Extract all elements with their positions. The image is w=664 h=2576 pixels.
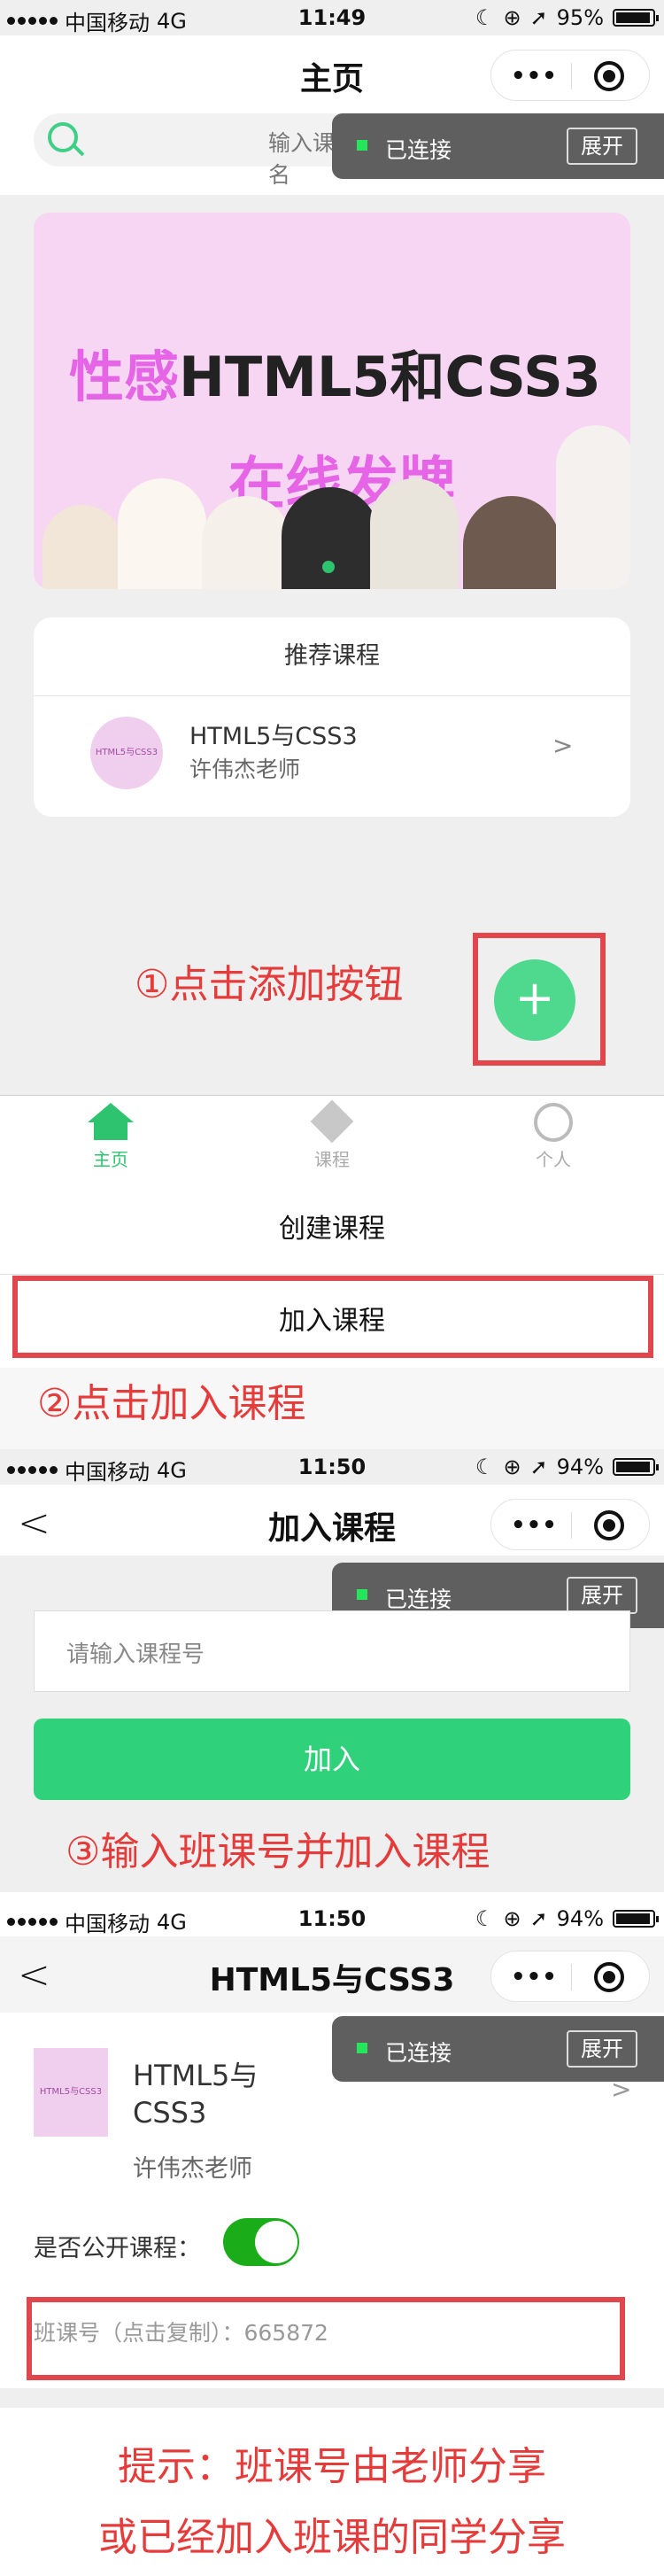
status-bar: 中国移动 4G 11:50 ☾ ⊕ ➚ 94% <box>0 1449 664 1485</box>
lock-icon: ⊕ <box>503 5 521 30</box>
divider <box>0 2388 664 2408</box>
home-icon <box>88 1103 134 1122</box>
location-icon: ➚ <box>529 1906 548 1931</box>
battery-icon <box>613 1910 659 1928</box>
more-icon[interactable]: ••• <box>511 63 558 89</box>
cat-image <box>556 425 630 589</box>
moon-icon: ☾ <box>475 5 495 30</box>
highlight-box <box>27 2297 625 2380</box>
user-icon <box>534 1103 573 1142</box>
tip-line1: 提示：班课号由老师分享 <box>118 2444 546 2489</box>
lock-icon: ⊕ <box>503 1455 521 1479</box>
input-placeholder: 请输入课程号 <box>66 1641 205 1668</box>
public-course-label: 是否公开课程： <box>34 2235 201 2262</box>
status-bar: 中国移动 4G 11:49 ☾ ⊕ ➚ 95% <box>0 0 664 35</box>
status-dot-icon <box>357 140 367 151</box>
battery-percent: 95% <box>556 5 604 30</box>
carousel-indicator[interactable] <box>322 561 335 573</box>
tip-line2: 或已经加入班课的同学分享 <box>98 2515 566 2560</box>
create-course-label: 创建课程 <box>279 1214 385 1245</box>
miniapp-capsule: ••• <box>490 50 650 101</box>
tab-home[interactable]: 主页 <box>66 1103 155 1183</box>
more-icon[interactable]: ••• <box>511 1512 558 1539</box>
cat-image <box>202 496 290 589</box>
status-bar: 中国移动 4G 11:50 ☾ ⊕ ➚ 94% <box>0 1901 664 1936</box>
cat-image <box>463 496 560 589</box>
tab-course[interactable]: 课程 <box>288 1099 376 1183</box>
chevron-right-icon: > <box>552 731 574 760</box>
course-name-line1: HTML5与 <box>133 2059 259 2092</box>
course-teacher: 许伟杰老师 <box>133 2155 252 2183</box>
banner-headline: 性感HTML5和CSS3 <box>69 345 601 409</box>
course-list-item[interactable]: HTML5与CSS3 HTML5与CSS3 许伟杰老师 > <box>34 695 630 817</box>
course-thumbnail: HTML5与CSS3 <box>90 717 163 789</box>
navbar: 主页 ••• <box>0 35 664 106</box>
close-miniapp-icon[interactable] <box>594 1510 624 1540</box>
tab-bar: 主页 课程 个人 <box>0 1095 664 1189</box>
course-code-input[interactable]: 请输入课程号 <box>34 1610 630 1692</box>
annotation-step2: ②点击加入课程 <box>37 1381 306 1426</box>
cube-icon <box>310 1099 354 1144</box>
highlight-box <box>12 1276 653 1358</box>
recommend-title: 推荐课程 <box>34 617 630 696</box>
more-icon[interactable]: ••• <box>511 1964 558 1990</box>
battery-percent: 94% <box>556 1455 604 1479</box>
expand-button[interactable]: 展开 <box>567 1577 637 1614</box>
navbar: < 加入课程 ••• <box>0 1485 664 1556</box>
location-icon: ➚ <box>529 1455 548 1479</box>
course-name-line2: CSS3 <box>133 2096 207 2130</box>
banner[interactable]: 性感HTML5和CSS3 在线发牌 <box>34 213 630 589</box>
cat-image <box>370 478 459 589</box>
cat-image <box>282 487 379 589</box>
add-button[interactable]: + <box>494 959 575 1041</box>
navbar: < HTML5与CSS3 ••• <box>0 1936 664 2013</box>
battery-icon <box>613 1458 659 1476</box>
moon-icon: ☾ <box>475 1906 495 1931</box>
annotation-step1: ①点击添加按钮 <box>135 962 404 1007</box>
connection-toast: 已连接 展开 <box>332 2016 664 2082</box>
miniapp-capsule: ••• <box>490 1951 650 2002</box>
cat-image <box>42 505 122 589</box>
status-dot-icon <box>357 2043 367 2053</box>
connected-text: 已连接 <box>385 137 452 163</box>
expand-button[interactable]: 展开 <box>567 128 637 165</box>
lock-icon: ⊕ <box>503 1906 521 1931</box>
cat-image <box>118 478 206 589</box>
moon-icon: ☾ <box>475 1455 495 1479</box>
recommend-card: 推荐课程 HTML5与CSS3 HTML5与CSS3 许伟杰老师 > <box>34 617 630 817</box>
expand-button[interactable]: 展开 <box>567 2030 637 2068</box>
miniapp-capsule: ••• <box>490 1499 650 1550</box>
connected-text: 已连接 <box>385 1587 452 1612</box>
plus-icon: + <box>514 970 555 1026</box>
join-button[interactable]: 加入 <box>34 1719 630 1800</box>
tab-profile[interactable]: 个人 <box>509 1103 598 1183</box>
connected-text: 已连接 <box>385 2040 452 2066</box>
chevron-right-icon[interactable]: > <box>611 2075 631 2104</box>
search-input[interactable]: 输入课程名 <box>34 113 370 188</box>
battery-percent: 94% <box>556 1906 604 1931</box>
connection-toast: 已连接 展开 <box>332 113 664 179</box>
close-miniapp-icon[interactable] <box>594 1962 624 1992</box>
create-course-option[interactable]: 创建课程 <box>0 1185 664 1275</box>
course-thumbnail: HTML5与CSS3 <box>34 2048 108 2137</box>
status-dot-icon <box>357 1589 367 1600</box>
public-course-switch[interactable] <box>223 2218 299 2266</box>
location-icon: ➚ <box>529 5 548 30</box>
course-teacher: 许伟杰老师 <box>189 757 301 782</box>
annotation-step3: ③输入班课号并加入课程 <box>66 1829 490 1874</box>
battery-icon <box>613 9 659 27</box>
close-miniapp-icon[interactable] <box>594 61 624 91</box>
switch-knob <box>255 2221 297 2263</box>
course-name: HTML5与CSS3 <box>189 723 358 750</box>
